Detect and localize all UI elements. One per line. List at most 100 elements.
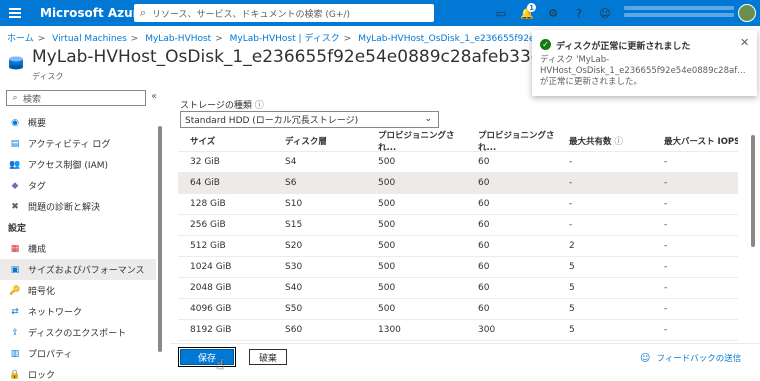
- table-cell: 4096 GiB: [190, 304, 232, 314]
- breadcrumb-disks[interactable]: MyLab-HVHost | ディスク: [230, 34, 340, 44]
- table-cell: -: [664, 220, 668, 230]
- collapse-sidebar-icon[interactable]: «: [151, 91, 157, 102]
- table-cell: 60: [478, 304, 490, 314]
- success-toast: ✓ ディスクが正常に更新されました ✕ ディスク 'MyLab- HVHost_…: [532, 30, 757, 96]
- brand-title[interactable]: Microsoft Azure: [40, 6, 147, 20]
- breadcrumb-vm[interactable]: MyLab-HVHost: [145, 34, 211, 44]
- table-cell: 500: [378, 241, 396, 251]
- table-cell: 1024 GiB: [190, 262, 232, 272]
- table-cell: -: [664, 241, 668, 251]
- notifications-icon[interactable]: 🔔 1: [514, 0, 540, 26]
- search-icon: ⌕: [139, 6, 147, 19]
- col-iops[interactable]: プロビジョニングされ...: [372, 129, 468, 153]
- info-icon: ⓘ: [614, 137, 623, 147]
- col-tier[interactable]: ディスク層: [275, 135, 372, 147]
- table-row[interactable]: 1024 GiB S30 500 60 5 -: [178, 257, 738, 278]
- table-cell: 2: [569, 241, 575, 251]
- settings-icon[interactable]: ⚙: [540, 0, 566, 26]
- close-icon[interactable]: ✕: [740, 36, 749, 49]
- feedback-label: フィードバックの送信: [656, 354, 742, 364]
- sidebar-scrollbar[interactable]: [157, 112, 163, 381]
- table-header: サイズ ディスク層 プロビジョニングされ... プロビジョニングされ... 最大…: [178, 129, 738, 153]
- disk-icon: [9, 56, 23, 70]
- sidebar-item-label: アクティビティ ログ: [28, 140, 111, 150]
- sidebar-item-properties[interactable]: ▥ プロパティ: [0, 343, 156, 364]
- table-cell: -: [569, 178, 573, 188]
- wrench-icon: ✖: [11, 201, 19, 212]
- table-row[interactable]: 8192 GiB S60 1300 300 5 -: [178, 320, 738, 341]
- table-cell: 500: [378, 220, 396, 230]
- table-cell: -: [664, 304, 668, 314]
- account-info[interactable]: [624, 6, 734, 20]
- table-row[interactable]: 4096 GiB S50 500 60 5 -: [178, 299, 738, 320]
- sidebar-item-activity-log[interactable]: ▤ アクティビティ ログ: [0, 133, 156, 154]
- table-row[interactable]: 32 GiB S4 500 60 - -: [178, 152, 738, 173]
- save-button[interactable]: 保存: [178, 347, 236, 367]
- table-cell: -: [664, 262, 668, 272]
- table-row[interactable]: 512 GiB S20 500 60 2 -: [178, 236, 738, 257]
- sidebar-item-label: タグ: [28, 182, 47, 192]
- table-cell: 5: [569, 304, 575, 314]
- table-cell: S50: [285, 304, 303, 314]
- col-throughput[interactable]: プロビジョニングされ...: [468, 129, 559, 153]
- sidebar-item-overview[interactable]: ◉ 概要: [0, 112, 156, 133]
- sidebar-item-iam[interactable]: 👥 アクセス制御 (IAM): [0, 154, 156, 175]
- table-cell: -: [664, 178, 668, 188]
- feedback-top-icon[interactable]: ☺: [592, 0, 618, 26]
- table-cell: 500: [378, 262, 396, 272]
- menu-icon[interactable]: [0, 0, 30, 26]
- table-cell: S6: [285, 178, 297, 188]
- table-row[interactable]: 128 GiB S10 500 60 - -: [178, 194, 738, 215]
- col-max-shares[interactable]: 最大共有数 ⓘ: [559, 135, 656, 147]
- table-cell: 5: [569, 262, 575, 272]
- sidebar-nav: ◉ 概要 ▤ アクティビティ ログ 👥 アクセス制御 (IAM) ◆ タグ ✖ 問題の診断…: [0, 112, 156, 381]
- key-icon: 🔑: [9, 285, 21, 296]
- sidebar-item-diagnose[interactable]: ✖ 問題の診断と解決: [0, 196, 156, 217]
- feedback-link[interactable]: ☺ フィードバックの送信: [640, 352, 742, 365]
- avatar[interactable]: [738, 4, 756, 22]
- table-scrollbar[interactable]: [750, 131, 756, 341]
- cloud-shell-icon[interactable]: ▭: [488, 0, 514, 26]
- table-cell: -: [569, 220, 573, 230]
- toast-line: HVHost_OsDisk_1_e236655f92e54e0889c28af…: [540, 66, 746, 76]
- table-cell: -: [664, 283, 668, 293]
- table-row[interactable]: 64 GiB S6 500 60 - -: [178, 173, 738, 194]
- discard-button[interactable]: 破棄: [249, 349, 287, 365]
- disk-icon: ◉: [11, 117, 19, 128]
- export-icon: ⇪: [11, 327, 19, 338]
- sidebar-item-config[interactable]: ▦ 構成: [0, 238, 156, 259]
- sidebar-search-input[interactable]: ⌕ 検索: [6, 90, 146, 106]
- col-max-shares-label: 最大共有数: [569, 137, 612, 147]
- top-icons: ▭ 🔔 1 ⚙ ? ☺: [488, 0, 618, 26]
- table-cell: S40: [285, 283, 303, 293]
- col-size[interactable]: サイズ: [178, 135, 275, 147]
- sidebar-item-encryption[interactable]: 🔑 暗号化: [0, 280, 156, 301]
- table-row[interactable]: 256 GiB S15 500 60 - -: [178, 215, 738, 236]
- sidebar-item-label: 構成: [28, 245, 47, 255]
- storage-type-dropdown[interactable]: Standard HDD (ローカル冗長ストレージ) ⌄: [180, 111, 439, 128]
- info-icon: ⓘ: [254, 101, 264, 111]
- table-cell: -: [664, 199, 668, 209]
- col-burst-iops[interactable]: 最大バースト IOPS: [656, 135, 738, 147]
- help-icon[interactable]: ?: [566, 0, 592, 26]
- table-cell: -: [569, 157, 573, 167]
- sidebar-item-label: ロック: [28, 371, 56, 381]
- sidebar-item-export[interactable]: ⇪ ディスクのエクスポート: [0, 322, 156, 343]
- sidebar-item-network[interactable]: ⇄ ネットワーク: [0, 301, 156, 322]
- table-cell: 60: [478, 178, 490, 188]
- table-cell: S15: [285, 220, 303, 230]
- sidebar-item-tags[interactable]: ◆ タグ: [0, 175, 156, 196]
- sidebar-item-label: プロパティ: [28, 350, 73, 360]
- table-cell: S20: [285, 241, 303, 251]
- sidebar-search-placeholder: 検索: [23, 94, 42, 105]
- global-search-placeholder: リソース、サービス、ドキュメントの検索 (G+/): [152, 9, 350, 20]
- global-search-input[interactable]: ⌕ リソース、サービス、ドキュメントの検索 (G+/): [134, 4, 434, 22]
- sidebar-item-size-performance[interactable]: ▣ サイズおよびパフォーマンス: [0, 259, 156, 280]
- breadcrumb-vms[interactable]: Virtual Machines: [52, 34, 127, 44]
- sidebar-item-locks[interactable]: 🔒 ロック: [0, 364, 156, 381]
- table-cell: -: [664, 157, 668, 167]
- breadcrumb-home[interactable]: ホーム: [7, 34, 34, 44]
- sidebar-item-label: アクセス制御 (IAM): [28, 161, 109, 171]
- table-row[interactable]: 2048 GiB S40 500 60 5 -: [178, 278, 738, 299]
- chevron-down-icon: ⌄: [424, 114, 432, 124]
